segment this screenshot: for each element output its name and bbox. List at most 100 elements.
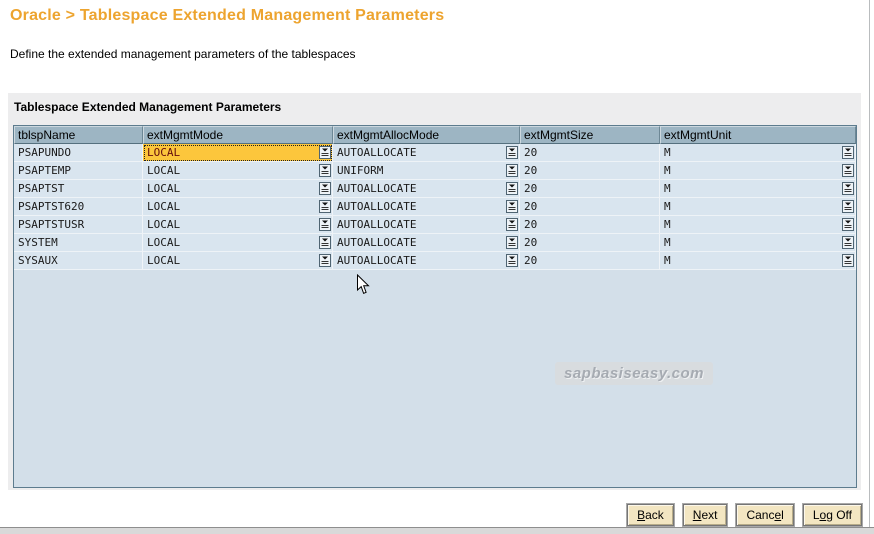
table-row: PSAPTSTUSR LOCAL AUTOALLOCATE 20 M: [14, 216, 856, 234]
dropdown-icon[interactable]: [319, 146, 331, 159]
cell-tblspName: PSAPTEMP: [14, 162, 143, 180]
back-button[interactable]: Back: [627, 504, 674, 526]
cell-value: AUTOALLOCATE: [337, 254, 417, 267]
section-title: Tablespace Extended Management Parameter…: [14, 100, 282, 114]
dropdown-icon[interactable]: [842, 200, 854, 213]
footer-button-row: Back Next Cancel Log Off: [627, 504, 862, 526]
cell-value: 20: [524, 200, 538, 213]
cell-value: M: [664, 164, 671, 177]
dropdown-icon[interactable]: [319, 164, 331, 177]
dropdown-icon[interactable]: [842, 182, 854, 195]
column-header-extMgmtSize: extMgmtSize: [520, 126, 660, 144]
watermark: sapbasiseasy.com: [555, 362, 713, 385]
dropdown-icon[interactable]: [319, 182, 331, 195]
cell-value: SYSAUX: [18, 254, 58, 267]
cell-value: UNIFORM: [337, 164, 384, 177]
dropdown-icon[interactable]: [842, 218, 854, 231]
cell-extMgmtAllocMode[interactable]: AUTOALLOCATE: [333, 234, 520, 252]
cell-tblspName: PSAPTSTUSR: [14, 216, 143, 234]
cell-value: M: [664, 218, 671, 231]
cell-value: PSAPTST: [18, 182, 65, 195]
page-title: Oracle > Tablespace Extended Management …: [10, 7, 445, 24]
page-subtitle: Define the extended management parameter…: [10, 47, 356, 61]
cell-value: AUTOALLOCATE: [337, 218, 417, 231]
dropdown-icon[interactable]: [842, 254, 854, 267]
cell-extMgmtSize[interactable]: 20: [520, 252, 660, 270]
cell-tblspName: SYSAUX: [14, 252, 143, 270]
cell-extMgmtMode[interactable]: LOCAL: [143, 180, 333, 198]
table-body: PSAPUNDO LOCAL AUTOALLOCATE 20 M PSAPTEMP LOCA…: [14, 144, 856, 270]
dropdown-icon[interactable]: [319, 200, 331, 213]
cell-value: LOCAL: [147, 182, 181, 195]
cell-value: AUTOALLOCATE: [337, 200, 417, 213]
logoff-button[interactable]: Log Off: [802, 504, 862, 526]
dropdown-icon[interactable]: [506, 254, 518, 267]
next-button[interactable]: Next: [682, 504, 728, 526]
cell-extMgmtUnit[interactable]: M: [660, 162, 856, 180]
cell-extMgmtUnit[interactable]: M: [660, 216, 856, 234]
table-row: SYSTEM LOCAL AUTOALLOCATE 20 M: [14, 234, 856, 252]
dropdown-icon[interactable]: [506, 182, 518, 195]
cell-value: LOCAL: [147, 200, 181, 213]
column-header-tblspName: tblspName: [14, 126, 143, 144]
dropdown-icon[interactable]: [319, 254, 331, 267]
cell-extMgmtSize[interactable]: 20: [520, 162, 660, 180]
cell-extMgmtSize[interactable]: 20: [520, 234, 660, 252]
cell-extMgmtAllocMode[interactable]: UNIFORM: [333, 162, 520, 180]
cell-value: 20: [524, 164, 538, 177]
column-header-extMgmtMode: extMgmtMode: [143, 126, 333, 144]
dropdown-icon[interactable]: [319, 218, 331, 231]
cell-extMgmtUnit[interactable]: M: [660, 144, 856, 162]
cell-extMgmtUnit[interactable]: M: [660, 252, 856, 270]
cell-value: M: [664, 236, 671, 249]
cell-value: AUTOALLOCATE: [337, 146, 417, 159]
cell-extMgmtMode[interactable]: LOCAL: [143, 162, 333, 180]
window-bottom-edge: [0, 527, 874, 534]
cell-value: 20: [524, 218, 538, 231]
cell-extMgmtUnit[interactable]: M: [660, 180, 856, 198]
cell-extMgmtMode[interactable]: LOCAL: [143, 234, 333, 252]
cell-value: M: [664, 146, 671, 159]
dropdown-icon[interactable]: [506, 236, 518, 249]
cell-value: 20: [524, 254, 538, 267]
cell-extMgmtMode[interactable]: LOCAL: [143, 252, 333, 270]
table-row: PSAPUNDO LOCAL AUTOALLOCATE 20 M: [14, 144, 856, 162]
table-row: SYSAUX LOCAL AUTOALLOCATE 20 M: [14, 252, 856, 270]
window-right-edge: [869, 0, 870, 527]
cell-extMgmtMode[interactable]: LOCAL: [143, 216, 333, 234]
dropdown-icon[interactable]: [319, 236, 331, 249]
cell-value: PSAPUNDO: [18, 146, 71, 159]
cell-extMgmtUnit[interactable]: M: [660, 234, 856, 252]
cell-value: PSAPTSTUSR: [18, 218, 85, 231]
cell-extMgmtAllocMode[interactable]: AUTOALLOCATE: [333, 144, 520, 162]
dropdown-icon[interactable]: [506, 200, 518, 213]
cell-extMgmtAllocMode[interactable]: AUTOALLOCATE: [333, 198, 520, 216]
cell-extMgmtSize[interactable]: 20: [520, 198, 660, 216]
cell-extMgmtMode[interactable]: LOCAL: [143, 144, 333, 162]
dropdown-icon[interactable]: [842, 236, 854, 249]
cell-value: M: [664, 182, 671, 195]
cell-extMgmtSize[interactable]: 20: [520, 180, 660, 198]
dropdown-icon[interactable]: [842, 164, 854, 177]
cell-extMgmtAllocMode[interactable]: AUTOALLOCATE: [333, 180, 520, 198]
dropdown-icon[interactable]: [506, 218, 518, 231]
table-row: PSAPTST LOCAL AUTOALLOCATE 20 M: [14, 180, 856, 198]
cell-extMgmtSize[interactable]: 20: [520, 216, 660, 234]
column-header-extMgmtAllocMode: extMgmtAllocMode: [333, 126, 520, 144]
cell-value: 20: [524, 236, 538, 249]
cancel-button[interactable]: Cancel: [736, 504, 794, 526]
dropdown-icon[interactable]: [842, 146, 854, 159]
cell-extMgmtMode[interactable]: LOCAL: [143, 198, 333, 216]
cell-value: SYSTEM: [18, 236, 58, 249]
cell-value: 20: [524, 182, 538, 195]
cell-extMgmtUnit[interactable]: M: [660, 198, 856, 216]
cell-value: PSAPTEMP: [18, 164, 71, 177]
cell-value: LOCAL: [147, 218, 181, 231]
cell-extMgmtAllocMode[interactable]: AUTOALLOCATE: [333, 216, 520, 234]
cell-extMgmtAllocMode[interactable]: AUTOALLOCATE: [333, 252, 520, 270]
cell-value: LOCAL: [147, 254, 181, 267]
tablespace-table: tblspName extMgmtMode extMgmtAllocMode extM…: [13, 125, 857, 488]
dropdown-icon[interactable]: [506, 146, 518, 159]
dropdown-icon[interactable]: [506, 164, 518, 177]
cell-extMgmtSize[interactable]: 20: [520, 144, 660, 162]
